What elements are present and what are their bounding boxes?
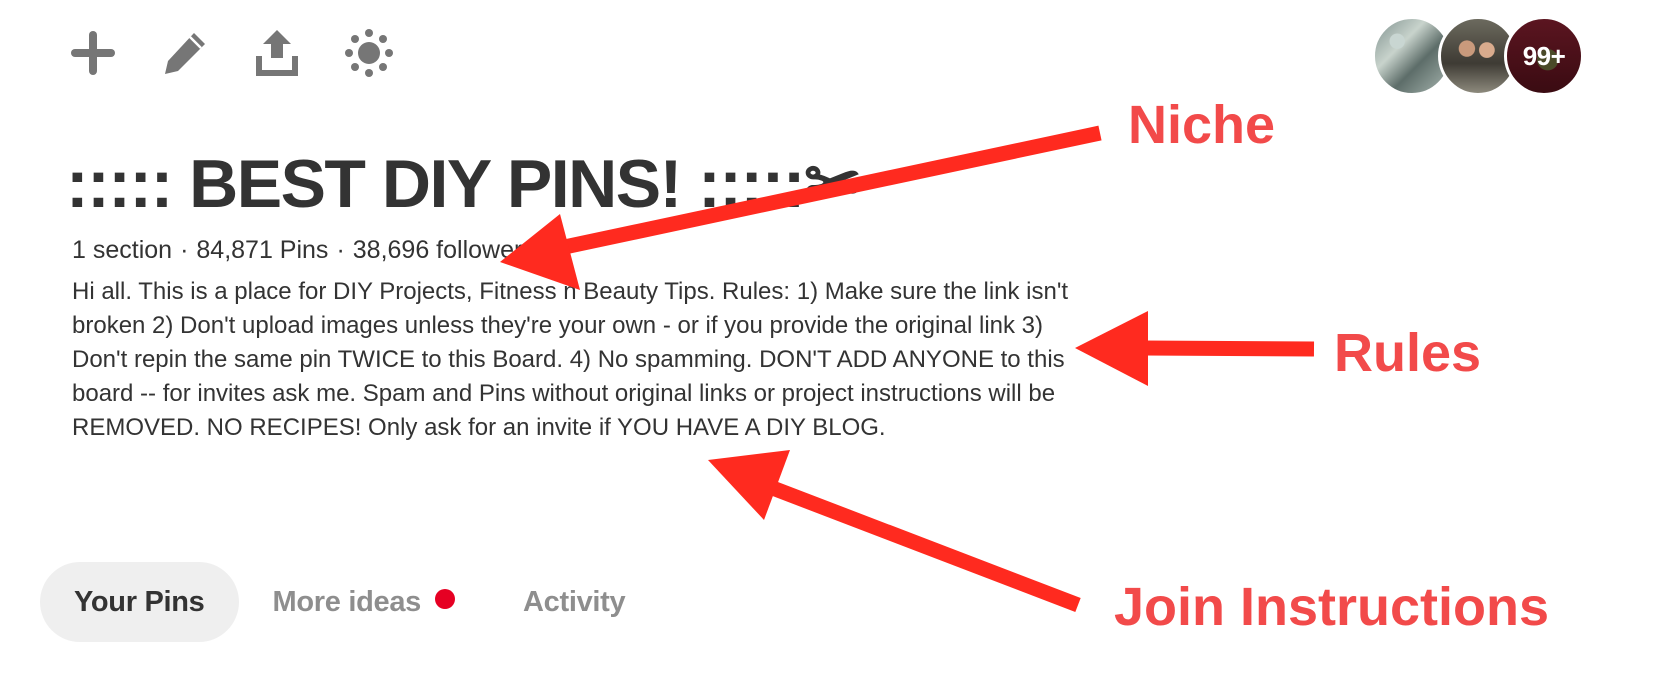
collaborator-avatar-overflow[interactable]: 99+: [1504, 16, 1584, 96]
collaborator-count: 99+: [1522, 40, 1566, 71]
board-page: 99+ ::::: BEST DIY PINS! :::::✂ 1 sectio…: [0, 0, 1676, 694]
section-count[interactable]: 1 section: [72, 236, 172, 264]
annotation-niche-label: Niche: [1128, 95, 1276, 155]
board-toolbar: [66, 26, 396, 80]
tab-your-pins[interactable]: Your Pins: [40, 562, 239, 642]
more-options-button[interactable]: [342, 26, 396, 80]
share-upload-icon: [256, 30, 298, 76]
annotation-join-label: Join Instructions: [1114, 577, 1550, 637]
board-collaborators[interactable]: 99+: [1372, 16, 1584, 96]
plus-icon: [71, 31, 115, 75]
tab-label: Your Pins: [74, 585, 205, 618]
follower-count[interactable]: 38,696 followers: [353, 236, 535, 264]
stats-separator: ·: [336, 236, 345, 264]
share-button[interactable]: [250, 26, 304, 80]
board-description: Hi all. This is a place for DIY Projects…: [72, 278, 1069, 441]
edit-button[interactable]: [158, 26, 212, 80]
tab-label: More ideas: [272, 585, 422, 618]
pin-count: 84,871 Pins: [196, 236, 329, 264]
annotation-rules-label: Rules: [1334, 323, 1482, 383]
add-button[interactable]: [66, 26, 120, 80]
tab-activity[interactable]: Activity: [489, 562, 659, 642]
pencil-icon: [165, 33, 205, 74]
board-stats: 1 section · 84,871 Pins · 38,696 followers: [72, 236, 535, 265]
tab-label: Activity: [523, 585, 626, 618]
board-tabs: Your Pins More ideas Activity: [40, 562, 659, 642]
stats-separator: ·: [180, 236, 189, 264]
gear-sun-icon: [345, 29, 393, 77]
join-arrow: [708, 450, 1081, 613]
notification-dot: [435, 589, 456, 609]
board-title: ::::: BEST DIY PINS! :::::✂: [66, 146, 861, 222]
rules-arrow: [1075, 311, 1315, 386]
tab-more-ideas[interactable]: More ideas: [239, 562, 490, 642]
